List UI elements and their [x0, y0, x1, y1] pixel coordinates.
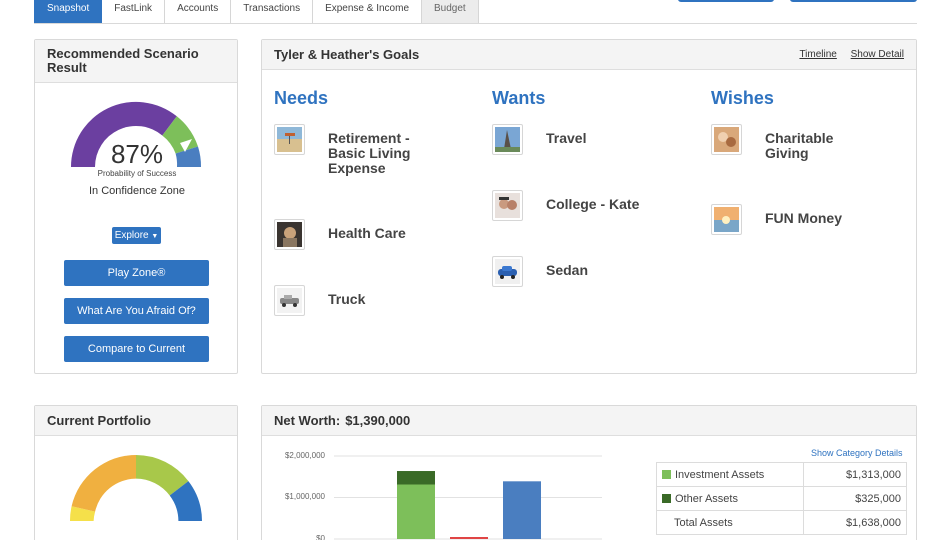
wishes-title: Wishes — [711, 88, 774, 108]
goal-label: FUN Money — [765, 210, 842, 226]
tab-fastlink[interactable]: FastLink — [102, 0, 166, 24]
bar-investment-assets[interactable] — [397, 484, 435, 539]
show-detail-link[interactable]: Show Detail — [851, 49, 904, 60]
graduate-photo-icon — [492, 190, 523, 221]
donut-orange-segment — [71, 454, 136, 512]
car-photo-icon — [492, 256, 523, 287]
tabs-divider — [34, 23, 917, 24]
portfolio-title: Current Portfolio — [35, 406, 237, 436]
goal-label: Travel — [546, 130, 587, 146]
legend-swatch — [662, 493, 671, 503]
legend-amount: $325,000 — [803, 486, 907, 511]
goal-sedan[interactable]: Sedan — [492, 256, 588, 287]
legend-swatch — [662, 469, 671, 479]
goals-panel: Tyler & Heather's Goals Timeline Show De… — [261, 39, 917, 374]
bar-other-assets[interactable] — [397, 471, 435, 485]
tab-accounts[interactable]: Accounts — [165, 0, 232, 24]
probability-label: Probability of Success — [97, 169, 177, 178]
networth-panel: Net Worth: $1,390,000 $2,000,000 $1,000,0… — [261, 405, 917, 540]
goal-travel[interactable]: Travel — [492, 124, 586, 155]
goal-retirement[interactable]: Retirement - Basic Living Expense — [274, 124, 428, 176]
goal-label: Sedan — [546, 262, 589, 278]
portfolio-donut-chart — [69, 454, 202, 521]
sunset-photo-icon — [711, 204, 742, 235]
afraid-of-button[interactable]: What Are You Afraid Of? — [64, 298, 209, 324]
table-row: Other Assets $325,000 — [656, 486, 907, 511]
tab-snapshot[interactable]: Snapshot — [34, 0, 103, 24]
legend-amount: $1,313,000 — [803, 462, 907, 487]
legend-amount: $1,638,000 — [803, 510, 907, 535]
goal-college-kate[interactable]: College - Kate — [492, 190, 639, 221]
bar-net-worth[interactable] — [503, 481, 541, 539]
goals-title: Tyler & Heather's Goals — [274, 47, 420, 62]
portfolio-panel: Current Portfolio — [34, 405, 238, 540]
goal-label: College - Kate — [546, 196, 640, 212]
legend-label: Other Assets — [675, 492, 738, 505]
table-row: Total Assets $1,638,000 — [656, 510, 907, 535]
bar-liabilities[interactable] — [450, 537, 488, 539]
probability-value: 87% — [110, 139, 164, 169]
goal-truck[interactable]: Truck — [274, 285, 365, 316]
goal-label: Health Care — [328, 225, 406, 241]
show-category-details-link[interactable]: Show Category Details — [811, 448, 903, 458]
explore-dropdown[interactable]: Explore ▼ — [112, 227, 161, 244]
main-tabs: Snapshot FastLink Accounts Transactions … — [34, 0, 479, 24]
tab-budget[interactable]: Budget — [422, 0, 479, 24]
truck-photo-icon — [274, 285, 305, 316]
eiffel-tower-photo-icon — [492, 124, 523, 155]
goal-fun-money[interactable]: FUN Money — [711, 204, 842, 235]
scenario-title: Recommended Scenario Result — [35, 40, 237, 83]
play-zone-button[interactable]: Play Zone® — [64, 260, 209, 286]
legend-label: Investment Assets — [675, 468, 765, 481]
table-row: Investment Assets $1,313,000 — [656, 462, 907, 487]
goal-label: Retirement - Basic Living Expense — [328, 130, 411, 176]
charity-photo-icon — [711, 124, 742, 155]
networth-legend-table: Investment Assets $1,313,000 Other Asset… — [656, 462, 907, 535]
wants-title: Wants — [492, 88, 546, 108]
top-action-button-2[interactable] — [790, 0, 917, 2]
top-action-button-1[interactable] — [678, 0, 774, 2]
beach-photo-icon — [274, 124, 305, 155]
legend-label: Total Assets — [674, 516, 733, 529]
goal-charitable-giving[interactable]: Charitable Giving — [711, 124, 855, 161]
networth-bar-chart — [334, 455, 602, 540]
confidence-zone-label: In Confidence Zone — [88, 185, 185, 197]
caret-down-icon: ▼ — [151, 233, 159, 240]
needs-title: Needs — [274, 88, 329, 108]
explore-label: Explore — [114, 230, 149, 241]
tab-transactions[interactable]: Transactions — [231, 0, 314, 24]
tab-expense-income[interactable]: Expense & Income — [313, 0, 423, 24]
goal-label: Truck — [328, 291, 366, 307]
scenario-panel: Recommended Scenario Result 87% Probabil… — [34, 39, 238, 374]
compare-current-button[interactable]: Compare to Current — [64, 336, 209, 362]
timeline-link[interactable]: Timeline — [799, 49, 836, 60]
goals-header: Tyler & Heather's Goals Timeline Show De… — [262, 40, 916, 70]
health-care-photo-icon — [274, 219, 305, 250]
goal-label: Charitable Giving — [765, 130, 834, 161]
goal-health-care[interactable]: Health Care — [274, 219, 406, 250]
